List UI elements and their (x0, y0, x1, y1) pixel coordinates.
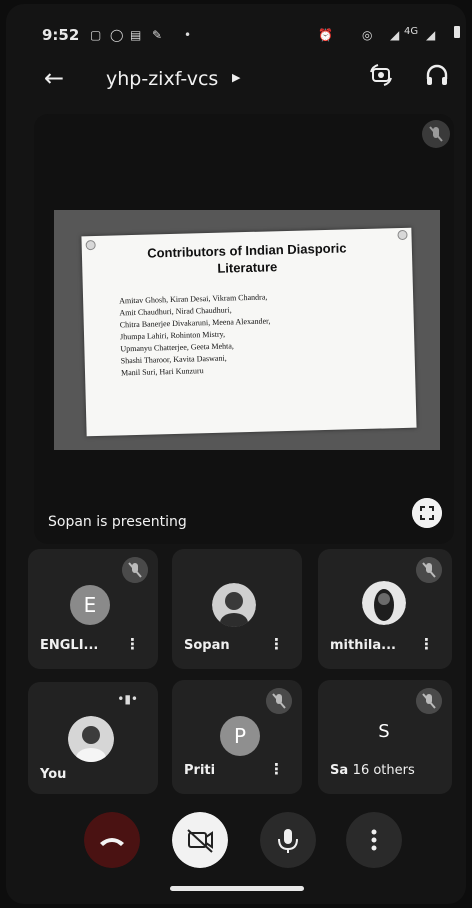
participant-name: Sa 16 others (330, 763, 415, 778)
avatar: P (220, 716, 260, 756)
status-time: 9:52 (42, 26, 80, 44)
participant-name: Sopan (184, 638, 230, 653)
slide-title-line1: Contributors of Indian Diasporic (147, 240, 347, 261)
slide-title: Contributors of Indian Diasporic Literat… (92, 238, 403, 280)
app-bar: ← yhp-zixf-vcs ▶ (6, 52, 466, 108)
audio-level-icon: •▮• (117, 692, 138, 706)
mic-off-icon (122, 557, 148, 583)
mic-off-icon (416, 688, 442, 714)
participant-tile[interactable]: •▮• You (28, 682, 158, 794)
participant-name: Priti (184, 763, 216, 778)
more-vert-icon[interactable]: ⋮ (269, 760, 284, 778)
avatar (212, 583, 256, 627)
participant-tile[interactable]: E ENGLI... ⋮ (28, 549, 158, 669)
shared-screen: Contributors of Indian Diasporic Literat… (54, 210, 440, 450)
more-vert-icon[interactable]: ⋮ (419, 635, 434, 653)
app-icon: ✎ (152, 28, 163, 42)
hotspot-icon: ◎ (362, 28, 373, 42)
battery-icon (454, 26, 460, 38)
presentation-stage[interactable]: Contributors of Indian Diasporic Literat… (34, 114, 454, 544)
news-icon: ▤ (130, 28, 142, 42)
more-vert-icon[interactable]: ⋮ (125, 635, 140, 653)
others-count: 16 others (352, 763, 415, 778)
participant-name-partial: Sa (330, 763, 349, 778)
more-vert-icon[interactable]: ⋮ (269, 635, 284, 653)
avatar: S (378, 721, 390, 742)
status-bar: 9:52 ▢ ◯ ▤ ✎ • ⏰ ◎ ◢ 4G ◢ (6, 4, 466, 52)
signal-icon-2: ◢ (426, 28, 436, 42)
home-indicator[interactable] (170, 886, 304, 891)
participant-name: You (40, 767, 67, 782)
participant-tile[interactable]: mithila... ⋮ (318, 549, 452, 669)
end-call-button[interactable] (84, 812, 140, 868)
participant-name: mithila... (330, 638, 396, 653)
notification-icon: ▢ (90, 28, 102, 42)
headphones-icon[interactable] (424, 62, 450, 88)
camera-off-button[interactable] (172, 812, 228, 868)
alarm-icon: ⏰ (318, 28, 333, 42)
meeting-code-title[interactable]: yhp-zixf-vcs (106, 68, 218, 90)
more-options-button[interactable] (346, 812, 402, 868)
signal-icon: ◢ (390, 28, 400, 42)
microphone-button[interactable] (260, 812, 316, 868)
avatar (362, 581, 406, 625)
participant-tile[interactable]: Sopan ⋮ (172, 549, 302, 669)
dot-icon: • (184, 28, 192, 42)
slide-paper: Contributors of Indian Diasporic Literat… (81, 227, 417, 437)
network-label: 4G (404, 26, 419, 37)
presenting-status: Sopan is presenting (48, 514, 187, 530)
fullscreen-icon[interactable] (412, 498, 442, 528)
participant-name: ENGLI... (40, 638, 99, 653)
chevron-right-icon[interactable]: ▶ (232, 71, 240, 84)
slide-body: Amitav Ghosh, Kiran Desai, Vikram Chandr… (119, 288, 401, 379)
mic-off-icon (266, 688, 292, 714)
slide-title-line2: Literature (217, 259, 278, 276)
mic-off-icon (422, 120, 450, 148)
participant-tile-others[interactable]: S Sa 16 others (318, 680, 452, 794)
device-screen: 9:52 ▢ ◯ ▤ ✎ • ⏰ ◎ ◢ 4G ◢ ← yhp-zixf-vcs… (6, 4, 466, 904)
participant-tile[interactable]: P Priti ⋮ (172, 680, 302, 794)
camera-rotate-icon[interactable] (368, 62, 394, 88)
whatsapp-icon: ◯ (110, 28, 124, 42)
back-arrow-icon[interactable]: ← (44, 64, 64, 92)
avatar: E (70, 585, 110, 625)
avatar (68, 716, 114, 762)
mic-off-icon (416, 557, 442, 583)
